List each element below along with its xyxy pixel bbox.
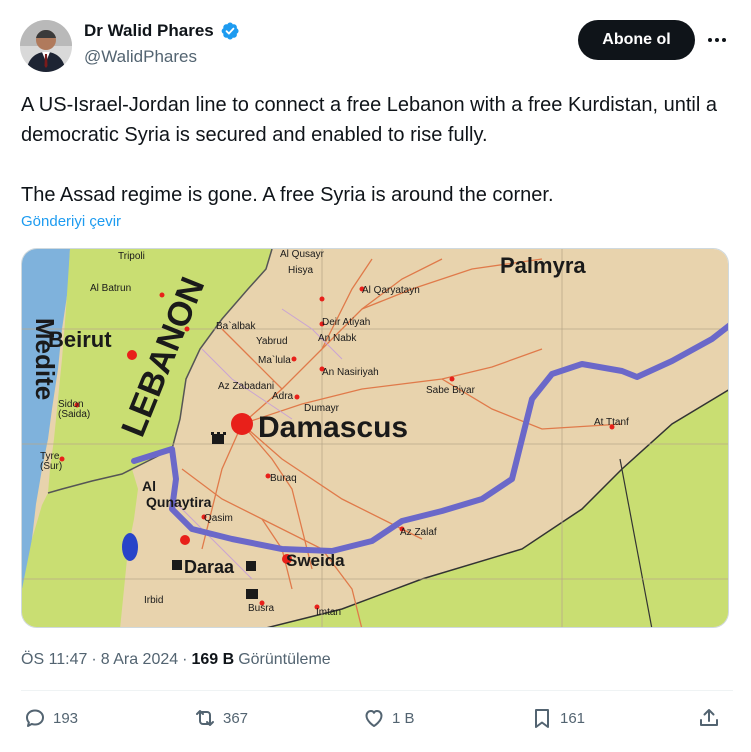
follow-button[interactable]: Abone ol bbox=[578, 20, 695, 60]
like-count: 1 B bbox=[392, 709, 415, 727]
map-label-batrun: Al Batrun bbox=[90, 283, 131, 294]
tweet-time[interactable]: ÖS 11:47 bbox=[21, 651, 87, 669]
map-label-buraq: Buraq bbox=[270, 473, 297, 484]
repost-count: 367 bbox=[223, 709, 249, 727]
tweet-paragraph-1: A US-Israel-Jordan line to connect a fre… bbox=[21, 94, 717, 146]
map-label-tripoli: Tripoli bbox=[118, 251, 145, 262]
map-label-quneitra: Qunaytira bbox=[146, 494, 212, 510]
repost-button[interactable]: 367 bbox=[193, 706, 248, 730]
map-label-nasiriyah: An Nasiriyah bbox=[322, 367, 379, 378]
bookmark-count: 161 bbox=[560, 709, 586, 727]
repost-icon bbox=[196, 710, 214, 726]
map-label-imtan: Imtan bbox=[316, 607, 341, 618]
tweet-paragraph-2: The Assad regime is gone. A free Syria i… bbox=[21, 184, 554, 206]
tweet-actions: 193 367 1 B 161 bbox=[21, 706, 733, 740]
lake bbox=[122, 533, 138, 561]
tweet-date[interactable]: 8 Ara 2024 bbox=[101, 651, 178, 669]
reply-icon bbox=[26, 709, 44, 727]
map-label-sabe-biyar: Sabe Biyar bbox=[426, 385, 476, 396]
map-label-at-tanf: At Ttanf bbox=[594, 417, 629, 428]
reply-count: 193 bbox=[53, 709, 79, 727]
author-display-name[interactable]: Dr Walid Phares bbox=[84, 21, 214, 41]
map-label-az-zalaf: Az Zalaf bbox=[400, 527, 437, 538]
author-avatar[interactable] bbox=[20, 20, 72, 72]
tweet-meta: ÖS 11:47 · 8 Ara 2024 · 169 B Görüntülem… bbox=[21, 651, 331, 669]
map-label-qasim: Qasim bbox=[204, 513, 233, 524]
map-label-mediterranean: Medite bbox=[30, 318, 60, 400]
map-label-deir-atiyah: Deir Atiyah bbox=[322, 317, 370, 328]
map-label-palmyra: Palmyra bbox=[500, 253, 586, 278]
divider bbox=[21, 690, 733, 691]
share-button[interactable] bbox=[697, 706, 721, 730]
author-handle[interactable]: @WalidPhares bbox=[84, 47, 197, 67]
like-button[interactable]: 1 B bbox=[362, 706, 415, 730]
map-label-dumayr: Dumayr bbox=[304, 403, 340, 414]
map-label-nabk: An Nabk bbox=[318, 333, 357, 344]
map-label-baalbek: Ba`albak bbox=[216, 320, 256, 332]
map-label-qusayr: Al Qusayr bbox=[280, 249, 325, 260]
tweet-media-map[interactable]: Palmyra Beirut LEBANON Damascus Daraa Sw… bbox=[21, 248, 729, 628]
share-icon bbox=[700, 709, 718, 726]
map-label-maalula: Ma`lula bbox=[258, 354, 291, 366]
map-label-busra: Busra bbox=[248, 603, 275, 614]
map-label-saida: (Saida) bbox=[58, 409, 90, 420]
reply-button[interactable]: 193 bbox=[23, 706, 78, 730]
tweet-text: A US-Israel-Jordan line to connect a fre… bbox=[21, 90, 733, 210]
more-icon[interactable] bbox=[700, 24, 734, 56]
map-label-irbid: Irbid bbox=[144, 595, 163, 606]
map-label-daraa: Daraa bbox=[184, 557, 235, 577]
like-icon bbox=[365, 710, 383, 727]
map-label-hisya: Hisya bbox=[288, 265, 313, 276]
map-label-damascus: Damascus bbox=[258, 411, 408, 444]
views-label: Görüntüleme bbox=[238, 651, 331, 668]
map-label-sweida: Sweida bbox=[286, 551, 345, 570]
bookmark-button[interactable]: 161 bbox=[530, 706, 585, 730]
map-label-quneitra-al: Al bbox=[142, 478, 156, 494]
bookmark-icon bbox=[535, 709, 549, 728]
translate-link[interactable]: Gönderiyi çevir bbox=[21, 213, 121, 230]
map-label-adra: Adra bbox=[272, 391, 294, 402]
map-label-qaryatayn: Al Qaryatayn bbox=[362, 285, 420, 296]
map-label-yabrud: Yabrud bbox=[256, 336, 288, 347]
verified-badge-icon bbox=[221, 22, 239, 40]
views-count: 169 B bbox=[191, 651, 235, 668]
map-label-sur: (Sur) bbox=[40, 461, 62, 472]
map-label-zabadani: Az Zabadani bbox=[218, 381, 274, 392]
